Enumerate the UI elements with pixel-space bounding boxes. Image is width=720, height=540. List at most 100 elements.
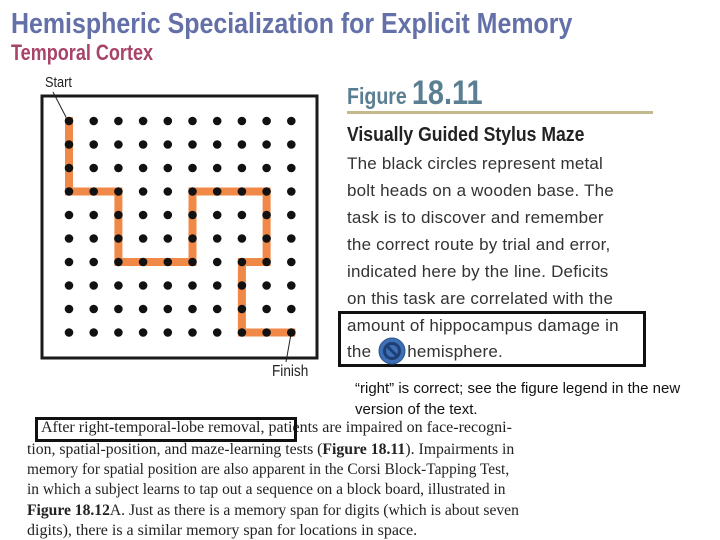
bolt-dot xyxy=(212,328,222,337)
body-text-span: digits), there is a similar memory span … xyxy=(27,522,418,539)
bolt-dot xyxy=(114,257,123,267)
caption-line: indicated here by the line. Deficits xyxy=(347,262,609,281)
caption-line: The black circles represent metal xyxy=(347,154,604,173)
bolt-dot xyxy=(89,187,98,196)
bolt-dot xyxy=(212,116,222,126)
bolt-dot xyxy=(64,281,74,290)
finish-label: Finish xyxy=(272,363,309,380)
bolt-dot xyxy=(138,116,148,126)
bolt-dot xyxy=(287,328,296,337)
bolt-dot xyxy=(237,257,247,267)
body-text-span: tion, spatial-position, and maze-learnin… xyxy=(27,441,323,458)
bolt-dot xyxy=(89,140,98,149)
bolt-dot xyxy=(287,163,296,173)
bolt-dot xyxy=(163,281,173,290)
bolt-dot xyxy=(64,257,74,267)
body-text-span: in which a subject learns to tap out a s… xyxy=(27,481,506,498)
bolt-dot xyxy=(114,234,123,243)
bolt-dot xyxy=(163,328,173,337)
bolt-dot xyxy=(89,281,98,290)
bolt-dot xyxy=(89,163,98,173)
bolt-dot xyxy=(138,187,148,196)
bolt-dot xyxy=(114,328,123,337)
bolt-dot xyxy=(188,187,197,196)
bolt-dot xyxy=(163,163,173,173)
bolt-dot xyxy=(212,163,222,173)
bolt-dot xyxy=(64,140,74,149)
bolt-dot xyxy=(138,163,148,173)
bolt-dot xyxy=(138,234,148,243)
caption-line: task is to discover and remember xyxy=(347,208,604,227)
bolt-dot xyxy=(188,328,197,337)
bolt-dot xyxy=(237,328,247,337)
bolt-dot xyxy=(114,116,123,126)
bolt-dot xyxy=(237,281,247,290)
bolt-dot xyxy=(163,116,173,126)
bolt-dot xyxy=(188,116,197,126)
maze-board xyxy=(40,94,319,360)
bolt-dot xyxy=(114,304,123,314)
figure-divider xyxy=(347,111,653,114)
bolt-dot xyxy=(262,234,271,243)
body-text-span: memory for spatial position are also app… xyxy=(27,461,510,478)
body-text-span: patients are impaired on face-recogni- xyxy=(264,419,512,436)
bolt-dot xyxy=(114,281,123,290)
figure-reference: Figure 18.11 xyxy=(322,441,406,458)
figure-label-word: Figure xyxy=(347,83,407,109)
bolt-dot xyxy=(237,187,247,196)
bolt-dot xyxy=(287,187,296,196)
bolt-dot xyxy=(237,140,247,149)
bolt-dot xyxy=(89,328,98,337)
bolt-dot xyxy=(287,304,296,314)
body-line: memory for spatial position are also app… xyxy=(27,461,509,479)
figure-label: Figure 18.11 xyxy=(347,74,483,113)
bolt-dot xyxy=(212,187,222,196)
caption-line: on this task are correlated with the xyxy=(347,289,614,308)
bolt-dot xyxy=(262,116,271,126)
body-highlight-box xyxy=(35,417,297,442)
bolt-dot xyxy=(163,187,173,196)
ban-icon[interactable] xyxy=(378,337,406,365)
bolt-dot xyxy=(163,140,173,149)
figure-reference: Figure 18.12 xyxy=(27,502,110,519)
bolt-dot xyxy=(262,328,271,337)
bolt-dot xyxy=(287,281,296,290)
bolt-dot xyxy=(114,163,123,173)
bolt-dot xyxy=(237,210,247,220)
bolt-dot xyxy=(163,304,173,314)
bolt-dot xyxy=(188,257,197,267)
caption-line: bolt heads on a wooden base. The xyxy=(347,181,614,200)
bolt-dot xyxy=(188,281,197,290)
correction-note: “right” is correct; see the figure legen… xyxy=(355,380,681,418)
bolt-dot xyxy=(138,140,148,149)
bolt-dot xyxy=(89,116,98,126)
bolt-dot xyxy=(138,328,148,337)
bolt-dot xyxy=(64,116,74,126)
bolt-dot xyxy=(89,234,98,243)
bolt-dot xyxy=(287,234,296,243)
bolt-dot xyxy=(114,187,123,196)
bolt-dot xyxy=(262,187,271,196)
bolt-dot xyxy=(237,304,247,314)
bolt-dot xyxy=(212,257,222,267)
bolt-dot xyxy=(212,140,222,149)
bolt-dot xyxy=(114,140,123,149)
bolt-dot xyxy=(138,210,148,220)
bolt-dot xyxy=(188,140,197,149)
start-label: Start xyxy=(45,74,72,91)
bolt-dot xyxy=(188,234,197,243)
bolt-dot xyxy=(262,304,271,314)
bolt-dot xyxy=(114,210,123,220)
bolt-dot xyxy=(237,116,247,126)
maze-figure xyxy=(40,91,319,363)
bolt-dot xyxy=(212,281,222,290)
bolt-dot xyxy=(262,257,271,267)
body-line: digits), there is a similar memory span … xyxy=(27,522,417,540)
caption-line: the correct route by trial and error, xyxy=(347,235,611,254)
bolt-dot xyxy=(64,234,74,243)
body-line: Figure 18.12A. Just as there is a memory… xyxy=(27,502,519,520)
bolt-dot xyxy=(64,210,74,220)
bolt-dot xyxy=(138,304,148,314)
body-text-span: ). Impairments in xyxy=(405,441,515,458)
bolt-dot xyxy=(89,304,98,314)
